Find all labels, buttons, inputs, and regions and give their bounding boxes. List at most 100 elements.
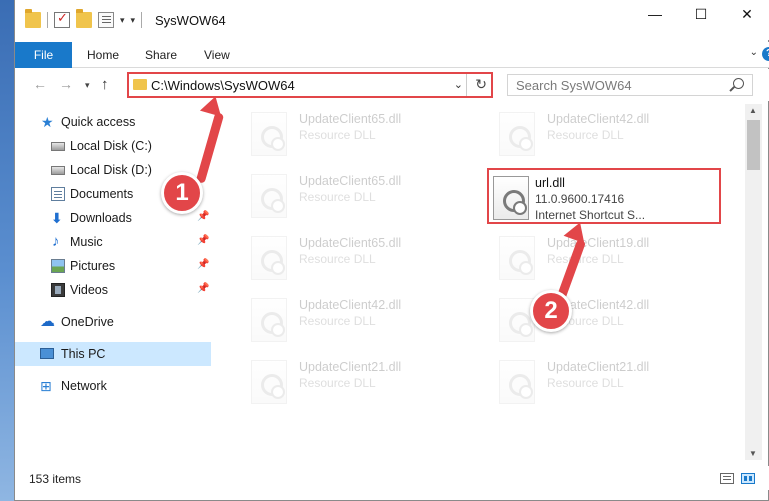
- dll-file-icon: [499, 236, 535, 280]
- download-icon: ⬇: [51, 210, 63, 226]
- drive-icon: [51, 166, 65, 175]
- folder-icon: [133, 79, 147, 90]
- sidebar-item-label: Documents: [70, 187, 134, 201]
- scroll-down-icon[interactable]: ▼: [749, 449, 757, 458]
- properties-check-icon[interactable]: [54, 10, 70, 28]
- sidebar-item-label: Pictures: [70, 259, 116, 273]
- file-name: UpdateClient65.dll: [299, 236, 402, 250]
- dll-file-icon: [251, 360, 287, 404]
- close-button[interactable]: ✕: [724, 0, 769, 30]
- search-icon[interactable]: [733, 78, 744, 89]
- tab-share[interactable]: Share: [145, 42, 177, 68]
- pictures-icon: [51, 259, 65, 273]
- file-tile[interactable]: UpdateClient21.dll Resource DLL: [239, 352, 479, 408]
- dll-file-icon: [251, 236, 287, 280]
- forward-arrow-icon[interactable]: →: [59, 76, 73, 92]
- pin-icon[interactable]: 📌: [197, 235, 209, 246]
- pin-icon[interactable]: 📌: [197, 211, 209, 222]
- details-view-icon[interactable]: [720, 473, 734, 484]
- sidebar-item-label: OneDrive: [61, 315, 114, 329]
- dll-file-icon: [493, 176, 529, 220]
- dll-file-icon: [499, 360, 535, 404]
- toolbar-divider: [141, 12, 143, 28]
- recent-locations-chevron-icon[interactable]: ▾: [85, 80, 90, 91]
- file-name: UpdateClient42.dll: [299, 298, 402, 312]
- sidebar-item-videos[interactable]: Videos 📌: [15, 278, 211, 302]
- navigation-bar: ← → ▾ ↑ C:\Windows\SysWOW64 ⌄ ↻ Search S…: [15, 69, 769, 101]
- star-icon: ★: [41, 114, 54, 130]
- chevron-down-icon[interactable]: ▾: [120, 15, 125, 26]
- tab-home[interactable]: Home: [87, 42, 119, 68]
- file-list: UpdateClient65.dll Resource DLL UpdateCl…: [225, 104, 745, 460]
- pin-icon[interactable]: 📌: [197, 259, 209, 270]
- file-name: UpdateClient65.dll: [299, 174, 402, 188]
- sidebar-item-music[interactable]: ♪ Music 📌: [15, 230, 211, 254]
- sidebar-item-label: Local Disk (C:): [70, 139, 152, 153]
- help-icon[interactable]: ?: [762, 47, 769, 61]
- vertical-scrollbar[interactable]: ▲ ▼: [745, 104, 762, 460]
- file-type: Resource DLL: [299, 128, 376, 142]
- sidebar-item-label: Videos: [70, 283, 108, 297]
- file-name: url.dll: [535, 176, 565, 190]
- file-name: UpdateClient65.dll: [299, 112, 402, 126]
- file-name: UpdateClient21.dll: [547, 360, 650, 374]
- file-tile[interactable]: UpdateClient65.dll Resource DLL: [239, 104, 479, 160]
- file-type: Resource DLL: [547, 128, 624, 142]
- properties-icon[interactable]: [98, 12, 114, 28]
- file-type: Resource DLL: [299, 376, 376, 390]
- chevron-down-icon[interactable]: ⌄: [454, 78, 463, 91]
- customize-toolbar-icon[interactable]: ▾: [131, 15, 136, 26]
- file-tile[interactable]: UpdateClient19.dll Resource DLL: [487, 228, 727, 284]
- window-title: SysWOW64: [155, 13, 226, 28]
- file-tile[interactable]: UpdateClient42.dll Resource DLL: [487, 290, 727, 346]
- sidebar-item-pictures[interactable]: Pictures 📌: [15, 254, 211, 278]
- sidebar-item-this-pc[interactable]: This PC: [15, 342, 211, 366]
- folder-icon[interactable]: [25, 9, 41, 28]
- file-tile[interactable]: UpdateClient65.dll Resource DLL: [239, 228, 479, 284]
- refresh-icon[interactable]: ↻: [475, 76, 487, 93]
- address-bar[interactable]: C:\Windows\SysWOW64 ⌄ ↻: [127, 72, 493, 98]
- file-tile-url-dll[interactable]: url.dll 11.0.9600.17416 Internet Shortcu…: [487, 168, 721, 224]
- file-name: UpdateClient21.dll: [299, 360, 402, 374]
- file-tile[interactable]: UpdateClient42.dll Resource DLL: [239, 290, 479, 346]
- scroll-up-icon[interactable]: ▲: [749, 106, 757, 115]
- drive-icon: [51, 142, 65, 151]
- cloud-icon: ☁: [40, 313, 55, 330]
- maximize-button[interactable]: ☐: [678, 0, 724, 30]
- sidebar-item-onedrive[interactable]: ☁ OneDrive: [15, 310, 211, 334]
- address-divider: [466, 74, 467, 96]
- file-type: Resource DLL: [547, 252, 624, 266]
- search-input[interactable]: Search SysWOW64: [507, 74, 753, 96]
- file-type: Resource DLL: [547, 376, 624, 390]
- sidebar-item-local-disk-c[interactable]: Local Disk (C:): [15, 134, 211, 158]
- file-tile[interactable]: UpdateClient65.dll Resource DLL: [239, 166, 479, 222]
- tab-view[interactable]: View: [204, 42, 230, 68]
- expand-ribbon-icon[interactable]: ⌄: [750, 47, 758, 58]
- tab-file[interactable]: File: [15, 42, 72, 68]
- dll-file-icon: [251, 298, 287, 342]
- sidebar-item-network[interactable]: ⊞ Network: [15, 374, 211, 398]
- file-name: UpdateClient19.dll: [547, 236, 650, 250]
- toolbar-divider: [47, 12, 48, 28]
- file-tile[interactable]: UpdateClient42.dll Resource DLL: [487, 104, 727, 160]
- sidebar-item-label: This PC: [61, 347, 106, 361]
- new-folder-icon[interactable]: [76, 9, 92, 28]
- sidebar-item-label: Quick access: [61, 115, 136, 129]
- videos-icon: [51, 283, 65, 297]
- up-arrow-icon[interactable]: ↑: [101, 76, 109, 93]
- file-explorer-window: ▾ ▾ SysWOW64 — ☐ ✕ File Home Share View …: [14, 0, 769, 501]
- sidebar-item-label: Local Disk (D:): [70, 163, 152, 177]
- sidebar-item-quick-access[interactable]: ★ Quick access: [15, 110, 211, 134]
- item-count: 153 items: [29, 472, 82, 486]
- pin-icon[interactable]: 📌: [197, 283, 209, 294]
- minimize-button[interactable]: —: [632, 0, 678, 30]
- scroll-thumb[interactable]: [747, 120, 760, 170]
- status-bar: 153 items: [15, 466, 769, 490]
- file-tile[interactable]: UpdateClient21.dll Resource DLL: [487, 352, 727, 408]
- address-path[interactable]: C:\Windows\SysWOW64: [151, 78, 295, 93]
- file-type: Resource DLL: [299, 190, 376, 204]
- tiles-view-icon[interactable]: [741, 473, 755, 484]
- sidebar-item-label: Network: [61, 379, 107, 393]
- dll-file-icon: [499, 298, 535, 342]
- back-arrow-icon[interactable]: ←: [33, 76, 47, 92]
